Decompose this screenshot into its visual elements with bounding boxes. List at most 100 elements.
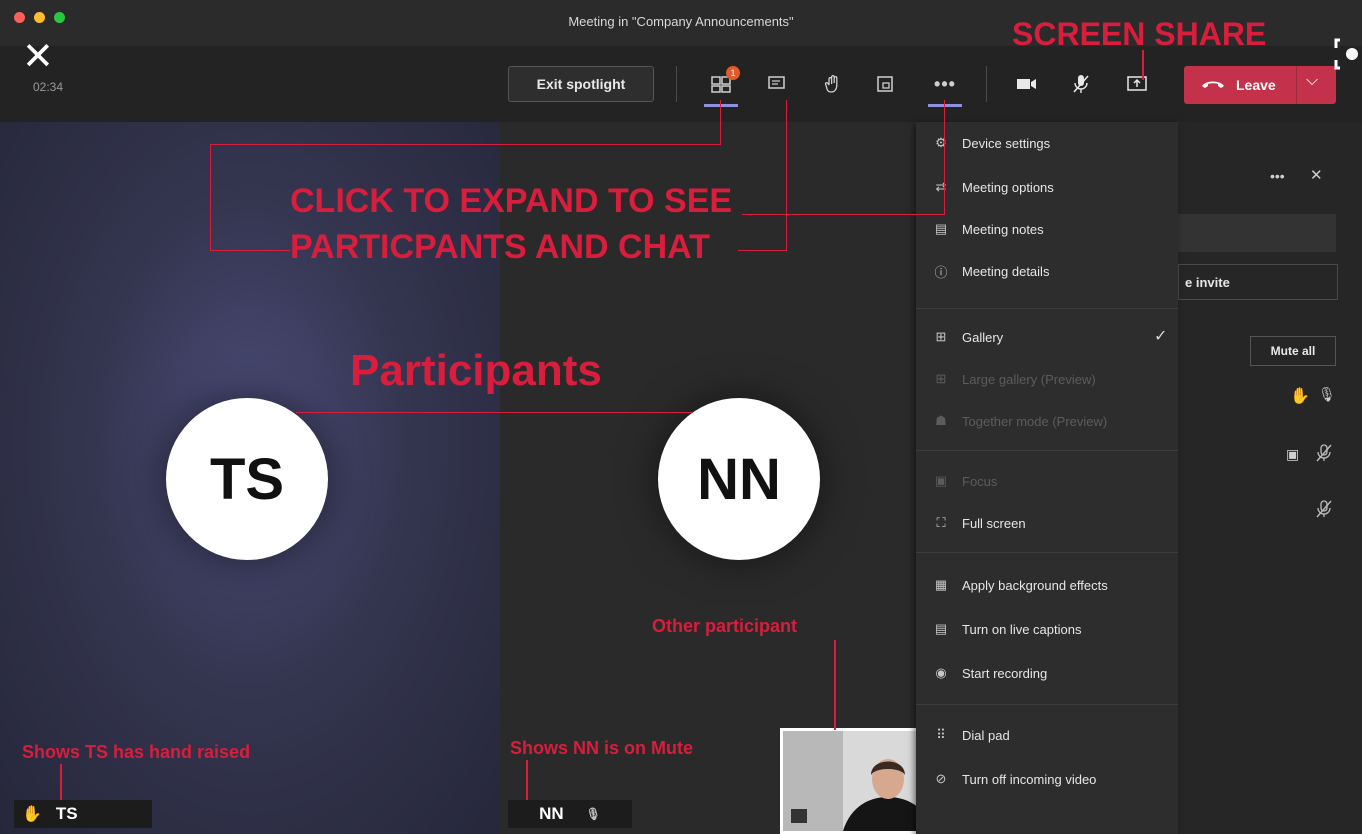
menu-item-background-effects[interactable]: ▦ Apply background effects: [932, 570, 1172, 600]
close-icon[interactable]: ✕: [22, 38, 54, 76]
annotation-nn-mute: Shows NN is on Mute: [510, 738, 694, 758]
nametag-ts: ✋ TS: [14, 800, 152, 828]
menu-item-label: Apply background effects: [962, 577, 1108, 593]
menu-item-label: Meeting notes: [962, 221, 1044, 237]
mic-icon[interactable]: 🎙: [1318, 386, 1336, 403]
menu-item-label: Turn on live captions: [962, 621, 1082, 637]
menu-separator: [916, 552, 1178, 553]
annotation-line: [210, 144, 720, 145]
menu-item-meeting-details[interactable]: ⓘ Meeting details: [932, 256, 1172, 286]
notes-icon: ▤: [934, 221, 948, 236]
menu-item-start-recording[interactable]: ◉ Start recording: [932, 658, 1172, 688]
info-icon: ⓘ: [934, 264, 948, 280]
menu-item-device-settings[interactable]: ⚙ Device settings: [932, 128, 1172, 158]
menu-item-label: Turn off incoming video: [962, 771, 1097, 787]
annotation-ts-hand-raised: Shows TS has hand raised: [22, 742, 251, 762]
menu-item-label: Focus: [962, 473, 998, 489]
panel-more-icon[interactable]: •••: [1270, 168, 1285, 184]
annotation-other-participant: Other participant: [652, 616, 798, 636]
phone-hangup-icon: [1200, 76, 1226, 95]
chat-icon[interactable]: [762, 68, 792, 100]
mic-off-icon[interactable]: [1316, 500, 1332, 523]
menu-item-label: Meeting options: [962, 179, 1054, 195]
focus-icon: ▣: [934, 473, 948, 488]
more-actions-icon[interactable]: •••: [930, 68, 960, 100]
annotation-line: [1142, 50, 1144, 80]
large-gallery-icon: ⊞: [935, 371, 947, 386]
exit-spotlight-button[interactable]: Exit spotlight: [508, 66, 654, 102]
toolbar-divider: [986, 66, 987, 102]
chevron-down-icon[interactable]: ⌵: [1306, 72, 1318, 90]
toolbar-divider: [676, 66, 677, 102]
dialpad-icon: ⠿: [936, 727, 946, 742]
meeting-timer: 02:34: [33, 80, 64, 94]
annotation-line: [720, 100, 721, 145]
screenshot-capture-icon: [1334, 36, 1362, 72]
gallery-icon: ⊞: [935, 329, 947, 344]
annotation-expand-line1: CLICK TO EXPAND TO SEE: [290, 182, 733, 220]
annotation-line: [296, 412, 692, 413]
menu-item-dial-pad[interactable]: ⠿ Dial pad: [932, 720, 1172, 750]
menu-item-label: Gallery: [962, 329, 1004, 345]
record-icon: ◉: [935, 665, 947, 680]
together-mode-icon: ☗: [935, 413, 947, 428]
breakout-rooms-icon[interactable]: [870, 68, 900, 100]
meeting-toolbar: [0, 46, 1362, 122]
video-off-icon: ⊘: [935, 771, 947, 786]
annotation-line: [738, 250, 786, 251]
menu-item-label: Dial pad: [962, 727, 1010, 743]
mic-off-icon[interactable]: [1316, 444, 1332, 467]
mute-all-button[interactable]: Mute all: [1250, 336, 1336, 366]
annotation-line: [834, 640, 836, 730]
menu-item-label: Start recording: [962, 665, 1048, 681]
annotation-expand-line2: PARTICPANTS AND CHAT: [290, 228, 710, 266]
menu-item-label: Meeting details: [962, 263, 1050, 279]
menu-item-label: Together mode (Preview): [962, 413, 1108, 429]
raise-hand-icon[interactable]: [818, 68, 848, 100]
menu-item-together-mode: ☗ Together mode (Preview): [932, 406, 1172, 436]
menu-item-label: Full screen: [962, 515, 1026, 531]
annotation-participants: Participants: [350, 346, 602, 395]
annotation-line: [210, 144, 211, 250]
menu-item-large-gallery: ⊞ Large gallery (Preview): [932, 364, 1172, 394]
share-screen-icon[interactable]: [1122, 68, 1152, 100]
options-icon: ⇄: [935, 179, 947, 194]
checkmark-icon: ✓: [1154, 328, 1168, 345]
camera-icon[interactable]: [1012, 68, 1042, 100]
menu-item-turn-off-incoming-video[interactable]: ⊘ Turn off incoming video: [932, 764, 1172, 794]
share-invite-button[interactable]: e invite: [1178, 264, 1338, 300]
annotation-line: [786, 100, 787, 251]
leave-divider: [1296, 66, 1297, 104]
menu-item-gallery[interactable]: ⊞ Gallery: [932, 322, 1172, 352]
nametag-nn: NN 🎙: [508, 800, 632, 828]
menu-item-full-screen[interactable]: ⛶ Full screen: [932, 508, 1172, 538]
annotation-line: [60, 764, 62, 800]
gear-icon: ⚙: [935, 135, 947, 150]
annotation-line: [944, 100, 945, 215]
leave-label: Leave: [1236, 77, 1276, 93]
menu-item-focus: ▣ Focus: [932, 466, 1172, 496]
menu-item-meeting-notes[interactable]: ▤ Meeting notes: [932, 214, 1172, 244]
panel-close-icon[interactable]: ✕: [1310, 166, 1323, 184]
nametag-ts-label: TS: [55, 804, 78, 823]
fullscreen-icon: ⛶: [936, 515, 946, 530]
menu-item-label: Device settings: [962, 135, 1051, 151]
mic-muted-icon[interactable]: [1066, 68, 1096, 100]
background-effects-icon: ▦: [934, 577, 948, 592]
avatar-nn: NN: [658, 398, 820, 560]
annotation-screen-share: SCREEN SHARE: [1012, 16, 1267, 52]
active-tab-underline: [704, 104, 738, 107]
annotation-line: [210, 250, 290, 251]
menu-separator: [916, 308, 1178, 309]
presenter-icon: ▣: [1286, 446, 1300, 462]
raised-hand-icon: ✋: [22, 806, 42, 823]
participants-badge: 1: [726, 66, 740, 80]
menu-separator: [916, 704, 1178, 705]
raised-hand-icon: ✋: [1290, 388, 1310, 405]
menu-item-live-captions[interactable]: ▤ Turn on live captions: [932, 614, 1172, 644]
menu-separator: [916, 450, 1178, 451]
nametag-nn-label: NN: [539, 804, 564, 823]
panel-search-input[interactable]: [1178, 214, 1336, 252]
menu-item-label: Large gallery (Preview): [962, 371, 1096, 387]
menu-item-meeting-options[interactable]: ⇄ Meeting options: [932, 172, 1172, 202]
